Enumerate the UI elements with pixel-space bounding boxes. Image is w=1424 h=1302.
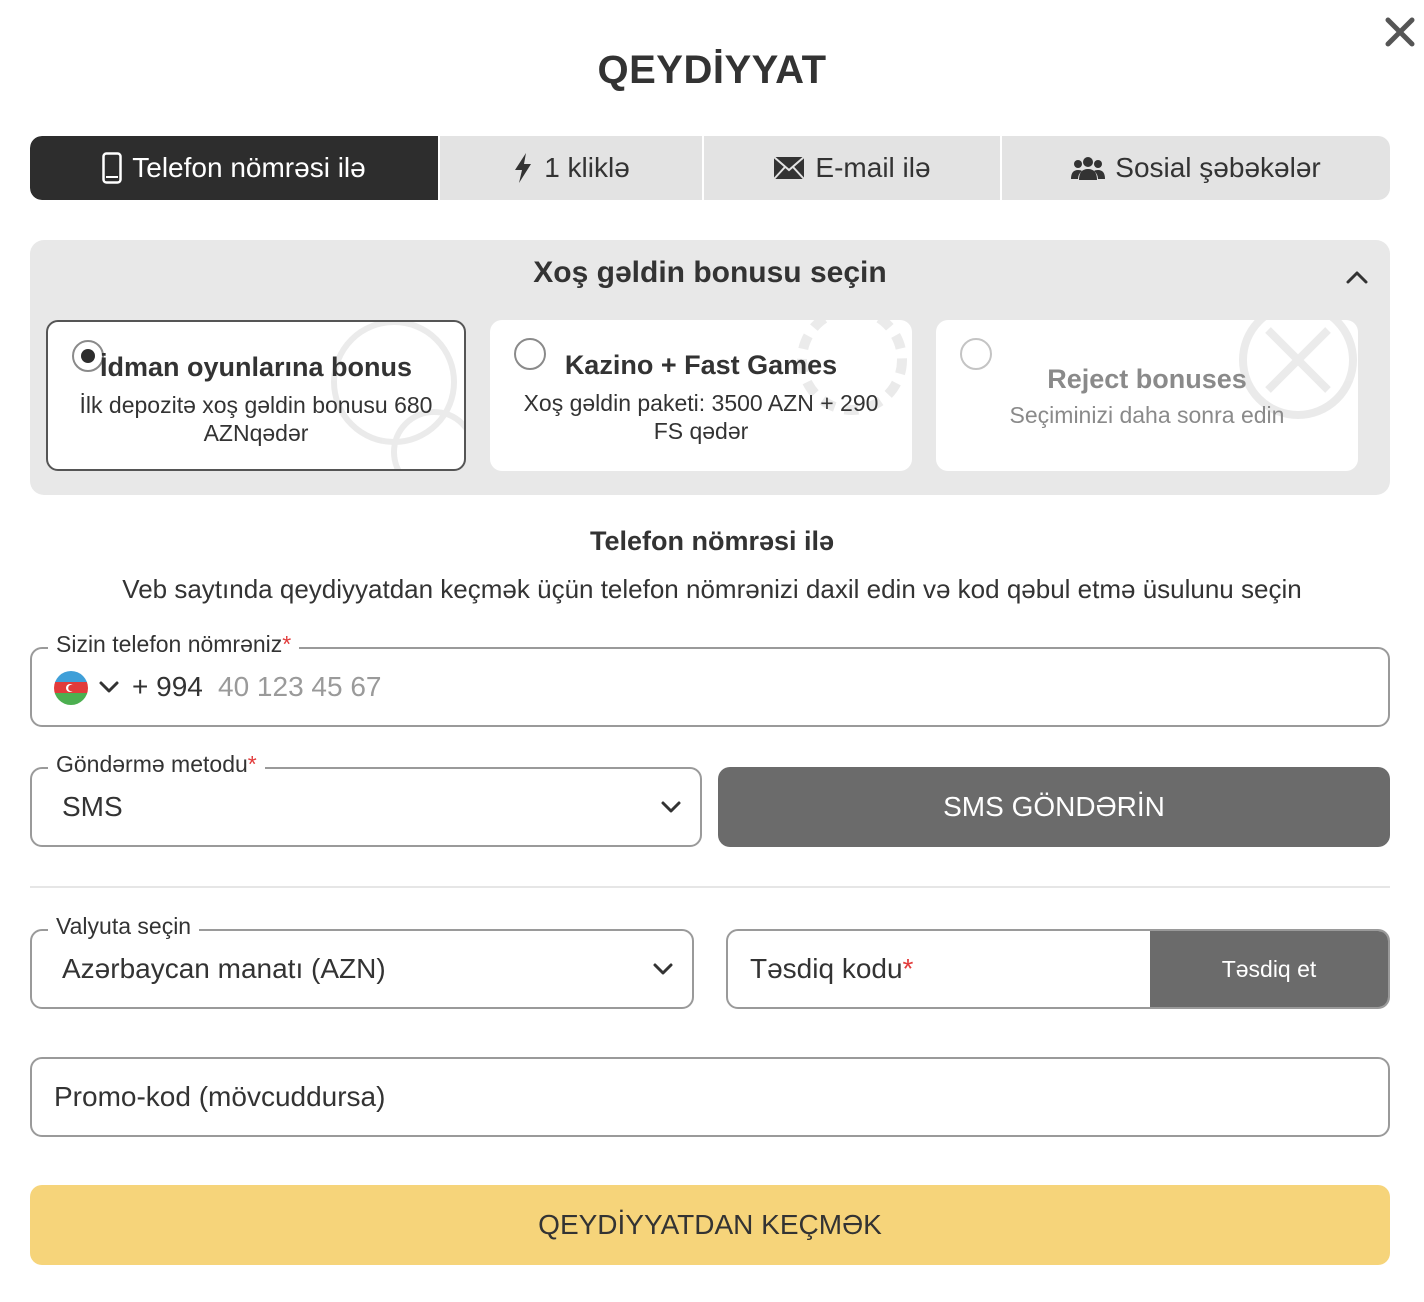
bonus-card-subtitle: Seçiminizi daha sonra edin — [1009, 402, 1285, 428]
register-button[interactable]: QEYDİYYATDAN KEÇMƏK — [30, 1185, 1390, 1265]
mobile-phone-icon — [102, 152, 123, 184]
required-mark: * — [282, 631, 292, 657]
confirmation-code-field[interactable]: Təsdiq kodu* Təsdiq et — [726, 929, 1390, 1009]
close-button[interactable] — [1380, 12, 1420, 52]
bonus-card-subtitle: Xoş gəldin paketi: 3500 AZN + 290 FS qəd… — [523, 390, 879, 444]
tab-label: Telefon nömrəsi ilə — [132, 152, 366, 183]
bonus-card-title: Kazino + Fast Games — [564, 350, 838, 380]
sending-method-value: SMS — [62, 791, 123, 822]
tab-one-click[interactable]: 1 kliklə — [440, 136, 704, 200]
welcome-bonus-panel: Xoş gəldin bonusu seçin İdman oyunlarına… — [30, 240, 1390, 495]
chevron-down-icon — [652, 961, 674, 977]
modal-title: QEYDİYYAT — [597, 48, 827, 92]
chevron-down-icon[interactable] — [98, 679, 120, 695]
bonus-card-subtitle: İlk depozitə xoş gəldin bonusu 680 AZNqə… — [79, 392, 433, 446]
tab-label: Sosial şəbəkələr — [1115, 152, 1321, 183]
phone-field-label: Sizin telefon nömrəniz* — [48, 631, 300, 658]
tab-email[interactable]: E-mail ilə — [704, 136, 1002, 200]
sending-method-label: Göndərmə metodu* — [48, 751, 265, 778]
section-title: Telefon nömrəsi ilə — [589, 526, 835, 556]
tab-social[interactable]: Sosial şəbəkələr — [1002, 136, 1390, 200]
registration-tabs: Telefon nömrəsi ilə 1 kliklə E-mail ilə … — [30, 136, 1390, 200]
currency-label: Valyuta seçin — [48, 913, 200, 940]
bonus-header: Xoş gəldin bonusu seçin — [533, 256, 887, 289]
azerbaijan-flag-icon[interactable] — [54, 671, 88, 705]
confirm-code-button[interactable]: Təsdiq et — [1150, 931, 1388, 1007]
send-sms-button[interactable]: SMS GÖNDƏRİN — [718, 767, 1390, 847]
phone-field: Sizin telefon nömrəniz* + 994 — [30, 631, 1390, 727]
required-mark: * — [247, 751, 257, 777]
bonus-card-casino[interactable]: Kazino + Fast Games Xoş gəldin paketi: 3… — [490, 320, 912, 471]
chevron-down-icon — [660, 799, 682, 815]
tab-label: E-mail ilə — [815, 152, 931, 183]
chevron-up-icon[interactable] — [1344, 264, 1370, 290]
lightning-icon — [512, 152, 534, 184]
tab-phone[interactable]: Telefon nömrəsi ilə — [30, 136, 440, 200]
phone-input[interactable] — [218, 665, 1368, 709]
promo-code-field — [30, 1057, 1390, 1137]
tab-label: 1 kliklə — [544, 152, 630, 183]
close-icon — [1385, 17, 1415, 47]
currency-value: Azərbaycan manatı (AZN) — [62, 953, 386, 984]
section-description: Veb saytında qeydiyyatdan keçmək üçün te… — [122, 574, 1302, 604]
users-icon — [1071, 155, 1106, 181]
phone-country-code: + 994 — [132, 671, 203, 702]
bonus-card-title: Reject bonuses — [1047, 364, 1247, 394]
promo-code-input[interactable] — [54, 1075, 1354, 1119]
currency-select[interactable]: Valyuta seçin Azərbaycan manatı (AZN) — [30, 913, 694, 1009]
divider — [30, 886, 1390, 888]
bonus-card-title: İdman oyunlarına bonus — [99, 352, 413, 382]
sending-method-select[interactable]: Göndərmə metodu* SMS — [30, 751, 702, 847]
bonus-card-reject[interactable]: Reject bonuses Seçiminizi daha sonra edi… — [936, 320, 1358, 471]
reject-decoration-icon — [1239, 320, 1357, 419]
required-mark: * — [902, 953, 914, 984]
bonus-card-sports[interactable]: İdman oyunlarına bonus İlk depozitə xoş … — [46, 320, 466, 471]
envelope-icon — [773, 156, 806, 180]
confirmation-code-input[interactable]: Təsdiq kodu* — [750, 953, 913, 985]
